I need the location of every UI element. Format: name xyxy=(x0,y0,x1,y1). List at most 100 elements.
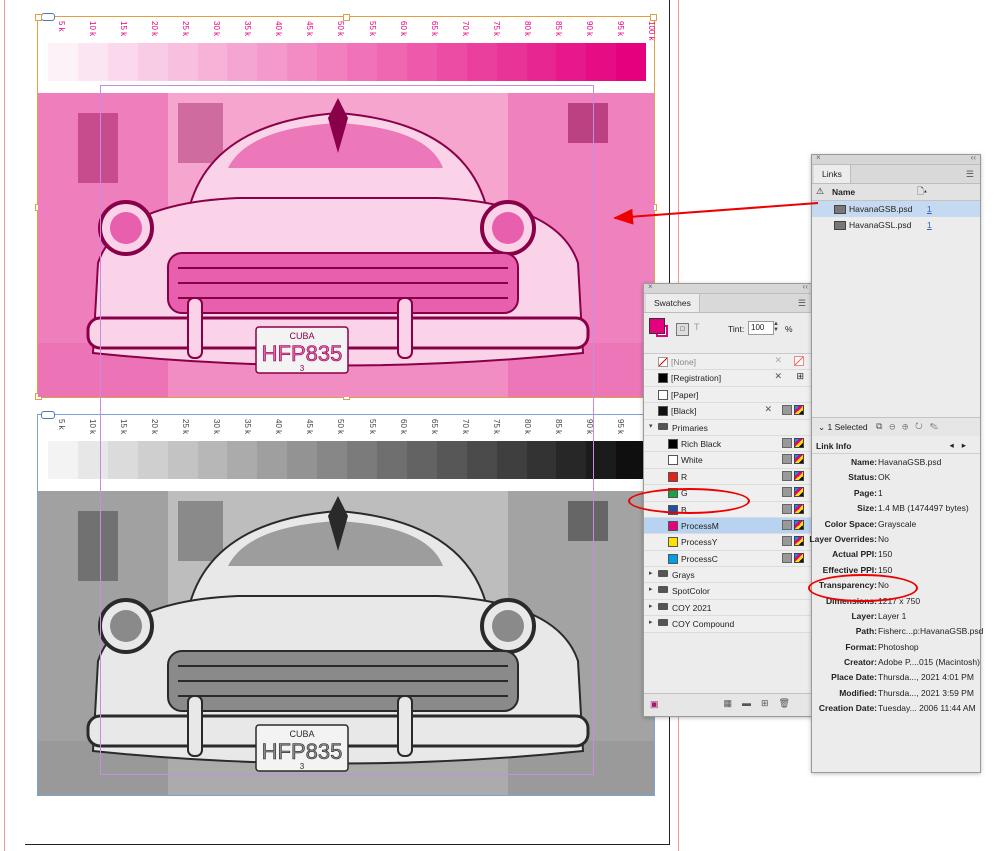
info-key: Actual PPI: xyxy=(832,549,877,560)
format-container-button[interactable]: □ xyxy=(676,323,689,336)
cmyk-icon xyxy=(794,503,804,514)
swatch-row[interactable]: ▸ COY Compound xyxy=(644,616,812,633)
image-frame-grayscale[interactable]: 5 k 10 k 15 k 20 k 25 k 30 k 35 k 40 k 45 k 50 k 5… xyxy=(37,411,656,796)
selection-status: ⌄ 1 Selected xyxy=(818,422,868,432)
warning-icon[interactable]: ⚠ xyxy=(816,186,824,197)
info-key: Creation Date: xyxy=(818,703,877,714)
link-info-row: Layer Overrides: No xyxy=(809,531,980,546)
link-info-nav[interactable]: ◂▸ xyxy=(949,440,974,451)
frame-handle[interactable] xyxy=(343,14,350,21)
swatch-row[interactable]: ▾ Primaries xyxy=(644,419,812,436)
tint-step-cell xyxy=(616,43,647,81)
tint-scale-label: 90 k xyxy=(584,21,594,37)
gray-tint-ramp xyxy=(48,441,647,479)
link-row[interactable]: HavanaGSL.psd 1 xyxy=(812,217,980,233)
tint-step-cell xyxy=(347,441,377,479)
swatch-row[interactable]: [Registration] ✕ ⊞ xyxy=(644,370,812,387)
swatch-name: Rich Black xyxy=(681,438,722,449)
tint-step-cell xyxy=(406,441,437,479)
no-edit-icon: ✕ xyxy=(774,371,782,382)
tint-step-cell xyxy=(287,43,318,81)
swatch-row[interactable]: White xyxy=(644,452,812,469)
swatch-row[interactable]: [None] ✕ xyxy=(644,354,812,371)
disclosure-closed-icon[interactable]: ▸ xyxy=(649,585,653,593)
tint-scale-label: 30 k xyxy=(212,419,222,435)
annotation-oval-processm xyxy=(628,488,750,514)
tab-links[interactable]: Links xyxy=(814,165,851,183)
swatch-group-name: COY Compound xyxy=(672,619,735,630)
tint-step-cell xyxy=(436,441,467,479)
link-row[interactable]: HavanaGSB.psd 1 xyxy=(812,201,980,217)
disclosure-closed-icon[interactable]: ▸ xyxy=(649,618,653,626)
close-icon[interactable]: × xyxy=(816,153,821,162)
swatch-row[interactable]: R xyxy=(644,468,812,486)
disclosure-closed-icon[interactable]: ▸ xyxy=(649,602,653,610)
process-color-icon xyxy=(782,454,792,465)
link-chain-icon[interactable] xyxy=(41,411,55,419)
collapse-icon[interactable]: ‹‹ xyxy=(971,153,976,162)
swatch-row[interactable]: Rich Black xyxy=(644,435,812,453)
swatch-row[interactable]: [Paper] xyxy=(644,386,812,404)
tint-step-cell xyxy=(197,43,228,81)
link-action-icons[interactable]: ⧉⊖⊕↻✎ xyxy=(876,421,945,432)
swatch-color-chip xyxy=(658,406,668,417)
panel-menu-icon[interactable]: ☰ xyxy=(798,298,806,309)
tint-scale-label: 50 k xyxy=(336,21,346,37)
page-column-icon[interactable]: 🗋▴ xyxy=(917,186,927,200)
tint-step-cell xyxy=(137,43,168,81)
car-photo-magenta: CUBA HFP835 3 xyxy=(38,93,654,397)
panel-menu-icon[interactable]: ☰ xyxy=(966,169,974,180)
column-name[interactable]: Name xyxy=(832,187,855,197)
info-key: Creator: xyxy=(843,657,877,668)
tint-scale-label: 40 k xyxy=(274,21,284,37)
collapse-icon[interactable]: ‹‹ xyxy=(803,282,808,291)
frame-handle[interactable] xyxy=(650,14,657,21)
link-file-name: HavanaGSB.psd xyxy=(849,204,913,214)
swatch-row[interactable]: ▸ SpotColor xyxy=(644,583,812,600)
tint-scale-label: 70 k xyxy=(460,21,470,37)
format-text-button[interactable]: T xyxy=(694,322,700,332)
swatch-group-name: SpotColor xyxy=(672,586,710,597)
tint-stepper[interactable]: ▲ ▼ xyxy=(773,321,779,333)
close-icon[interactable]: × xyxy=(648,282,653,291)
show-swatch-kinds-icon[interactable]: ▣ xyxy=(650,699,659,710)
swatch-row[interactable]: ProcessC xyxy=(644,550,812,568)
tint-input[interactable]: 100 xyxy=(748,321,774,335)
tint-step-cell xyxy=(376,43,407,81)
links-panel[interactable]: × ‹‹ Links ☰ ⚠ Name 🗋▴ HavanaGSB.psd 1 Ha… xyxy=(809,153,983,773)
swatch-row[interactable]: ▸ COY 2021 xyxy=(644,599,812,617)
image-frame-magenta[interactable]: 5 k 10 k 15 k 20 k 25 k 30 k 35 k 40 k 45 k 50 k 5… xyxy=(35,13,657,400)
info-key: Layer Overrides: xyxy=(809,533,877,544)
tint-scale-label: 45 k xyxy=(305,419,315,435)
tint-step-cell xyxy=(526,441,557,479)
swatch-row[interactable]: ProcessY xyxy=(644,534,812,551)
disclosure-open-icon[interactable]: ▾ xyxy=(649,422,653,430)
tab-swatches[interactable]: Swatches xyxy=(646,294,700,312)
registration-icon: ⊞ xyxy=(796,371,804,382)
tint-unit: % xyxy=(785,324,793,334)
swatch-row[interactable]: [Black] ✕ xyxy=(644,403,812,420)
tint-scale-label: 30 k xyxy=(212,21,222,37)
info-value: 1.4 MB (1474497 bytes) xyxy=(878,503,969,514)
link-page-number[interactable]: 1 xyxy=(927,220,932,230)
tint-scale-label: 15 k xyxy=(119,21,129,37)
link-chain-icon[interactable] xyxy=(41,13,55,21)
magenta-tint-ramp xyxy=(48,43,647,81)
info-value: No xyxy=(878,533,889,544)
link-page-number[interactable]: 1 xyxy=(927,204,932,214)
tint-label: Tint: xyxy=(728,324,745,334)
links-list: HavanaGSB.psd 1 HavanaGSL.psd 1 xyxy=(812,201,980,233)
tint-step-cell xyxy=(526,43,557,81)
tint-step-cell xyxy=(257,441,288,479)
tint-scale-label: 35 k xyxy=(243,21,253,37)
swatch-row[interactable]: ▸ Grays xyxy=(644,567,812,584)
fill-stroke-icon[interactable] xyxy=(649,318,671,340)
swatch-footer-icons[interactable]: ▦▬⊞🗑 xyxy=(724,698,800,709)
disclosure-closed-icon[interactable]: ▸ xyxy=(649,569,653,577)
tint-scale-label: 20 k xyxy=(150,419,160,435)
swatch-color-chip xyxy=(658,389,668,400)
folder-icon xyxy=(658,422,668,430)
swatch-color-chip xyxy=(668,455,678,466)
swatch-row[interactable]: ProcessM xyxy=(644,517,812,535)
frame-handle[interactable] xyxy=(35,14,42,21)
